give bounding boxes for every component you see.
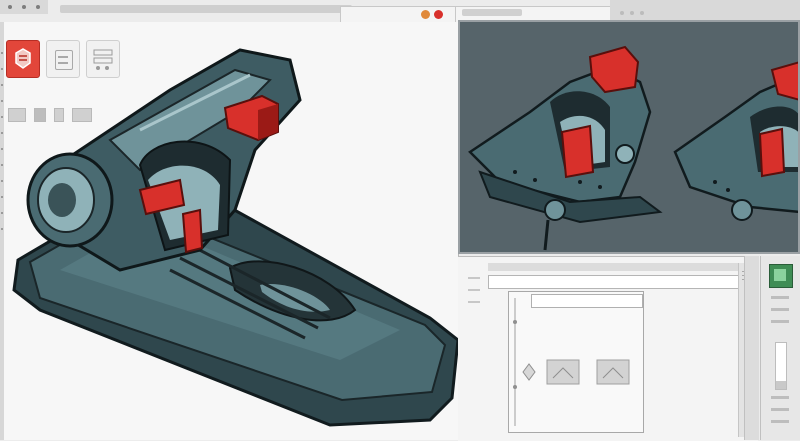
menu-dot <box>36 5 40 9</box>
slider-fill <box>776 381 786 389</box>
dialog-content <box>513 298 630 426</box>
window-title-placeholder <box>462 9 522 16</box>
right-sidebar <box>760 256 800 440</box>
close-icon[interactable] <box>434 10 443 19</box>
property-line <box>771 420 789 423</box>
clamp-model-large-icon[interactable] <box>0 22 458 440</box>
property-list <box>466 267 482 437</box>
search-bar[interactable] <box>60 5 352 13</box>
property-line <box>771 320 789 323</box>
properties-header <box>488 263 748 271</box>
property-line <box>771 296 789 299</box>
property-line <box>771 396 789 399</box>
opacity-slider[interactable] <box>775 342 787 390</box>
viewport-frame <box>458 20 800 254</box>
feature-dialog <box>508 291 644 433</box>
model-editor-panel <box>0 22 459 440</box>
scrollbar[interactable] <box>744 256 759 440</box>
properties-panel <box>458 256 758 441</box>
minimize-icon[interactable] <box>421 10 430 19</box>
property-field[interactable] <box>488 275 752 289</box>
top-left-strip <box>0 0 48 14</box>
color-swatch[interactable] <box>769 264 793 288</box>
menu-dot <box>22 5 26 9</box>
property-line <box>771 408 789 411</box>
menu-dot <box>8 5 12 9</box>
property-line <box>771 308 789 311</box>
